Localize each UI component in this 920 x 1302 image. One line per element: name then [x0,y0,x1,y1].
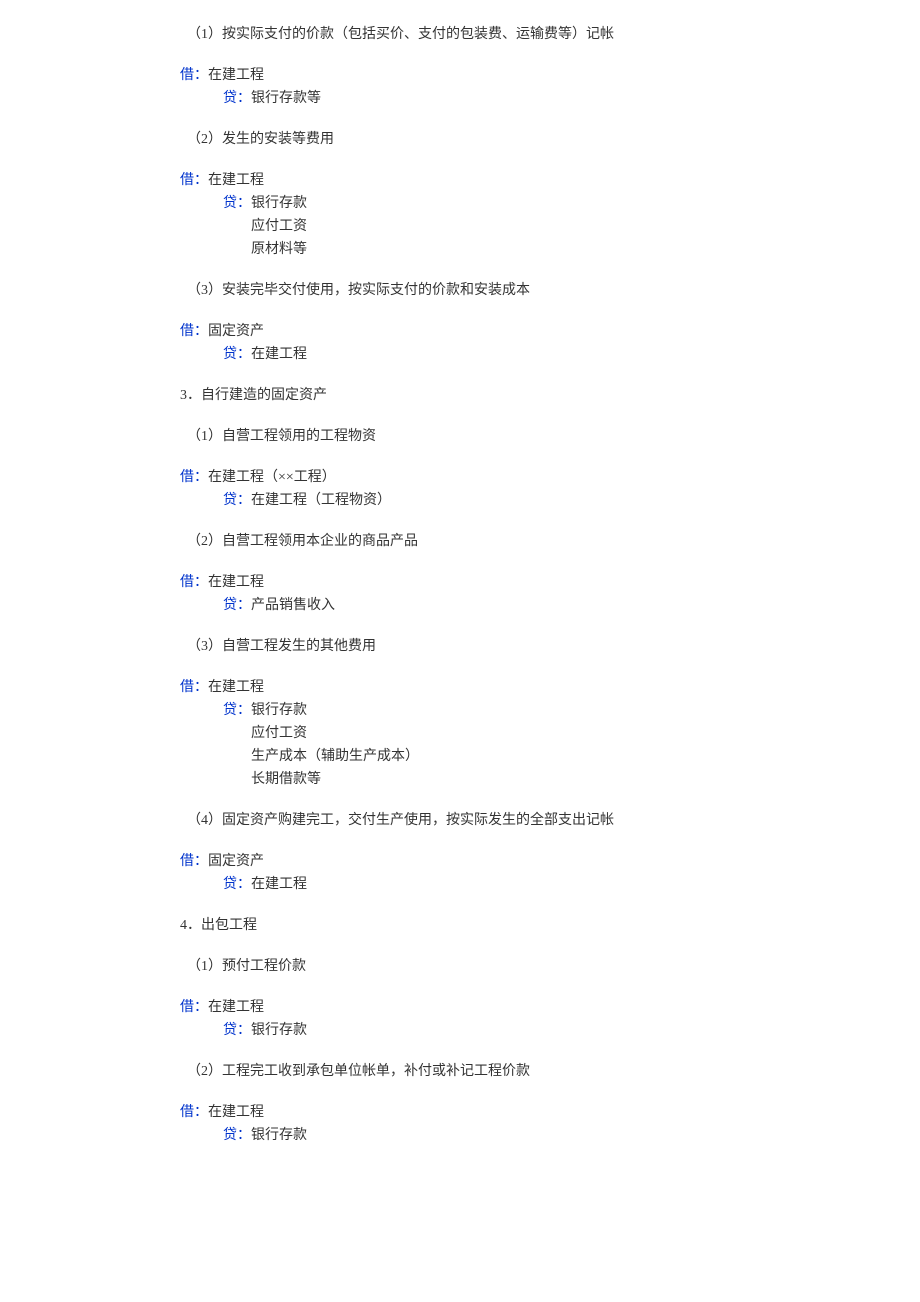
credit-label: 贷： [223,196,251,211]
debit-label: 借： [180,68,208,83]
entry-debit: 借：在建工程 [180,65,740,86]
debit-account: 在建工程 [208,173,264,188]
credit-account: 在建工程 [251,347,307,362]
credit-label: 贷： [223,877,251,892]
debit-account: 固定资产 [208,854,264,869]
credit-label: 贷： [223,91,251,106]
entry-credit: 贷：在建工程 [180,344,740,365]
debit-label: 借： [180,1105,208,1120]
step-3-3-title: （3）自营工程发生的其他费用 [180,636,740,657]
entry-debit: 借：在建工程 [180,997,740,1018]
entry-credit: 贷：产品销售收入 [180,595,740,616]
credit-sub-account: 生产成本（辅助生产成本） [180,746,740,767]
debit-label: 借： [180,324,208,339]
credit-account: 银行存款等 [251,91,321,106]
entry-debit: 借：固定资产 [180,851,740,872]
step-1-1-title: （1）按实际支付的价款（包括买价、支付的包装费、运输费等）记帐 [180,24,740,45]
step-4-1-title: （1）预付工程价款 [180,956,740,977]
step-4-2-title: （2）工程完工收到承包单位帐单，补付或补记工程价款 [180,1061,740,1082]
credit-account: 产品销售收入 [251,598,335,613]
entry-credit: 贷：在建工程 [180,874,740,895]
entry-debit: 借：在建工程 [180,1102,740,1123]
entry-debit: 借：在建工程 [180,677,740,698]
credit-account: 银行存款 [251,196,307,211]
entry-credit: 贷：银行存款 [180,700,740,721]
debit-account: 在建工程 [208,680,264,695]
entry-credit: 贷：银行存款 [180,1020,740,1041]
credit-account: 银行存款 [251,703,307,718]
debit-account: 在建工程（××工程） [208,470,336,485]
step-3-1-title: （1）自营工程领用的工程物资 [180,426,740,447]
entry-debit: 借：固定资产 [180,321,740,342]
debit-account: 在建工程 [208,1105,264,1120]
section-4-title: 4．出包工程 [180,915,740,936]
entry-debit: 借：在建工程 [180,572,740,593]
credit-account: 在建工程 [251,877,307,892]
credit-sub-account: 应付工资 [180,216,740,237]
entry-credit: 贷：银行存款 [180,1125,740,1146]
debit-label: 借： [180,173,208,188]
credit-label: 贷： [223,347,251,362]
step-1-3-title: （3）安装完毕交付使用，按实际支付的价款和安装成本 [180,280,740,301]
credit-label: 贷： [223,1023,251,1038]
debit-account: 在建工程 [208,68,264,83]
entry-credit: 贷：银行存款等 [180,88,740,109]
entry-debit: 借：在建工程（××工程） [180,467,740,488]
credit-label: 贷： [223,493,251,508]
step-3-2-title: （2）自营工程领用本企业的商品产品 [180,531,740,552]
credit-account: 在建工程（工程物资） [251,493,391,508]
credit-sub-account: 应付工资 [180,723,740,744]
debit-account: 固定资产 [208,324,264,339]
credit-label: 贷： [223,598,251,613]
debit-label: 借： [180,1000,208,1015]
credit-label: 贷： [223,1128,251,1143]
credit-sub-account: 原材料等 [180,239,740,260]
credit-label: 贷： [223,703,251,718]
debit-account: 在建工程 [208,1000,264,1015]
debit-label: 借： [180,680,208,695]
step-3-4-title: （4）固定资产购建完工，交付生产使用，按实际发生的全部支出记帐 [180,810,740,831]
debit-label: 借： [180,854,208,869]
section-3-title: 3．自行建造的固定资产 [180,385,740,406]
entry-debit: 借：在建工程 [180,170,740,191]
step-1-2-title: （2）发生的安装等费用 [180,129,740,150]
debit-label: 借： [180,575,208,590]
credit-sub-account: 长期借款等 [180,769,740,790]
debit-label: 借： [180,470,208,485]
entry-credit: 贷：银行存款 [180,193,740,214]
credit-account: 银行存款 [251,1128,307,1143]
credit-account: 银行存款 [251,1023,307,1038]
debit-account: 在建工程 [208,575,264,590]
entry-credit: 贷：在建工程（工程物资） [180,490,740,511]
